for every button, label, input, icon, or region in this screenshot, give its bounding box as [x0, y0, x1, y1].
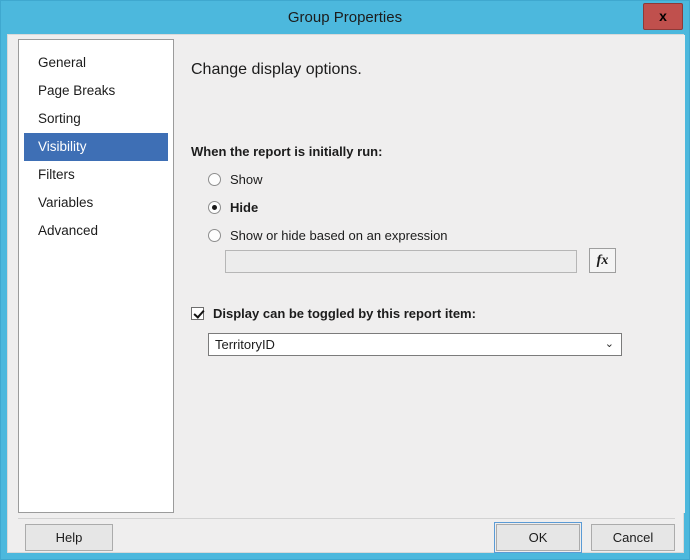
radio-expression-icon: [208, 229, 221, 242]
chevron-down-icon: ⌄: [604, 338, 614, 350]
expression-input[interactable]: [225, 250, 577, 273]
radio-hide-icon: [208, 201, 221, 214]
radio-show-label: Show: [230, 172, 263, 187]
radio-show-icon: [208, 173, 221, 186]
sidebar-item-filters[interactable]: Filters: [24, 161, 168, 189]
close-icon[interactable]: x: [643, 3, 683, 30]
sidebar-item-page-breaks[interactable]: Page Breaks: [24, 77, 168, 105]
ok-button[interactable]: OK: [494, 522, 582, 553]
dialog-body: General Page Breaks Sorting Visibility F…: [7, 34, 685, 553]
report-item-value: TerritoryID: [215, 337, 275, 352]
checkbox-icon: [191, 307, 204, 320]
visibility-panel: Change display options. When the report …: [178, 35, 685, 513]
title-bar: Group Properties x: [1, 1, 689, 34]
page-title: Change display options.: [191, 61, 362, 78]
group-properties-dialog: Group Properties x General Page Breaks S…: [0, 0, 690, 560]
sidebar-item-variables[interactable]: Variables: [24, 189, 168, 217]
radio-hide-label: Hide: [230, 200, 259, 215]
toggle-display-checkbox[interactable]: Display can be toggled by this report it…: [191, 306, 476, 321]
sidebar-item-visibility[interactable]: Visibility: [24, 133, 168, 161]
cancel-button[interactable]: Cancel: [591, 524, 675, 551]
radio-expression-label: Show or hide based on an expression: [230, 228, 448, 243]
radio-show[interactable]: Show: [208, 172, 263, 187]
sidebar-item-advanced[interactable]: Advanced: [24, 217, 168, 245]
category-list: General Page Breaks Sorting Visibility F…: [18, 39, 174, 513]
radio-hide[interactable]: Hide: [208, 200, 258, 215]
fx-icon[interactable]: fx: [589, 248, 616, 273]
ok-button-label: OK: [496, 524, 580, 551]
report-item-dropdown[interactable]: TerritoryID ⌄: [208, 333, 622, 356]
help-button[interactable]: Help: [25, 524, 113, 551]
footer-divider: [18, 518, 675, 519]
initial-run-label: When the report is initially run:: [191, 144, 383, 159]
toggle-display-label: Display can be toggled by this report it…: [213, 306, 476, 321]
radio-expression[interactable]: Show or hide based on an expression: [208, 228, 448, 243]
sidebar-item-general[interactable]: General: [24, 49, 168, 77]
window-title: Group Properties: [287, 9, 403, 26]
sidebar-item-sorting[interactable]: Sorting: [24, 105, 168, 133]
